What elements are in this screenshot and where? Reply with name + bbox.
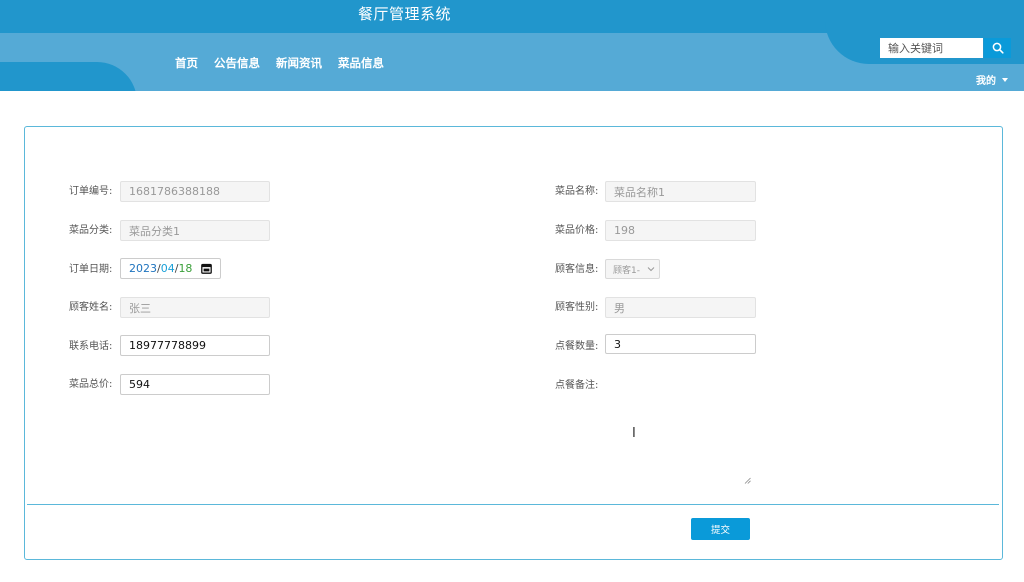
customer-name-field: 张三 [120, 297, 270, 318]
order-date-year: 2023 [129, 262, 157, 275]
text-cursor-icon: I [632, 426, 636, 441]
nav-item-news[interactable]: 新闻资讯 [276, 55, 322, 71]
caret-down-icon [1002, 77, 1008, 82]
customer-info-selected: 顾客1- [613, 265, 640, 276]
order-date-value: 2023/04/18 [129, 262, 192, 275]
dish-category-field: 菜品分类1 [120, 220, 270, 241]
form-divider [27, 504, 999, 505]
user-menu[interactable]: 我的 [976, 72, 1008, 87]
order-date-label: 订单日期: [69, 264, 113, 275]
chevron-down-icon [647, 266, 655, 272]
customer-info-label: 顾客信息: [555, 264, 599, 275]
top-header [0, 0, 1024, 91]
nav-item-home[interactable]: 首页 [175, 55, 198, 71]
header-decoration-left [0, 62, 137, 91]
nav-item-dishes[interactable]: 菜品信息 [338, 55, 384, 71]
dish-price-field: 198 [605, 220, 756, 241]
customer-info-select[interactable]: 顾客1- [605, 259, 660, 279]
order-no-label: 订单编号: [69, 186, 113, 197]
customer-gender-label: 顾客性别: [555, 302, 599, 313]
remarks-label: 点餐备注: [555, 380, 599, 391]
order-date-input[interactable]: 2023/04/18 [120, 258, 221, 279]
quantity-input[interactable]: 3 [605, 334, 756, 354]
dish-name-field: 菜品名称1 [605, 181, 756, 202]
nav-item-announcements[interactable]: 公告信息 [214, 55, 260, 71]
total-price-input[interactable]: 594 [120, 374, 270, 395]
site-title: 餐厅管理系统 [358, 5, 452, 23]
order-date-day: 18 [178, 262, 193, 275]
customer-gender-field: 男 [605, 297, 756, 318]
remarks-textarea[interactable] [605, 372, 751, 484]
calendar-icon[interactable] [201, 263, 212, 274]
total-price-label: 菜品总价: [69, 379, 113, 390]
user-menu-label: 我的 [976, 76, 996, 87]
dish-price-label: 菜品价格: [555, 225, 599, 236]
order-date-month: 04 [160, 262, 175, 275]
submit-button[interactable]: 提交 [691, 518, 750, 540]
phone-input[interactable]: 18977778899 [120, 335, 270, 356]
customer-name-label: 顾客姓名: [69, 302, 113, 313]
search-button[interactable] [984, 38, 1011, 58]
dish-name-label: 菜品名称: [555, 186, 599, 197]
search-icon [992, 42, 1004, 54]
search-input[interactable] [880, 38, 983, 58]
quantity-label: 点餐数量: [555, 341, 599, 352]
dish-category-label: 菜品分类: [69, 225, 113, 236]
phone-label: 联系电话: [69, 341, 113, 352]
resize-handle-icon[interactable] [744, 477, 751, 484]
order-no-field: 1681786388188 [120, 181, 270, 202]
main-nav: 首页 公告信息 新闻资讯 菜品信息 [175, 55, 384, 71]
